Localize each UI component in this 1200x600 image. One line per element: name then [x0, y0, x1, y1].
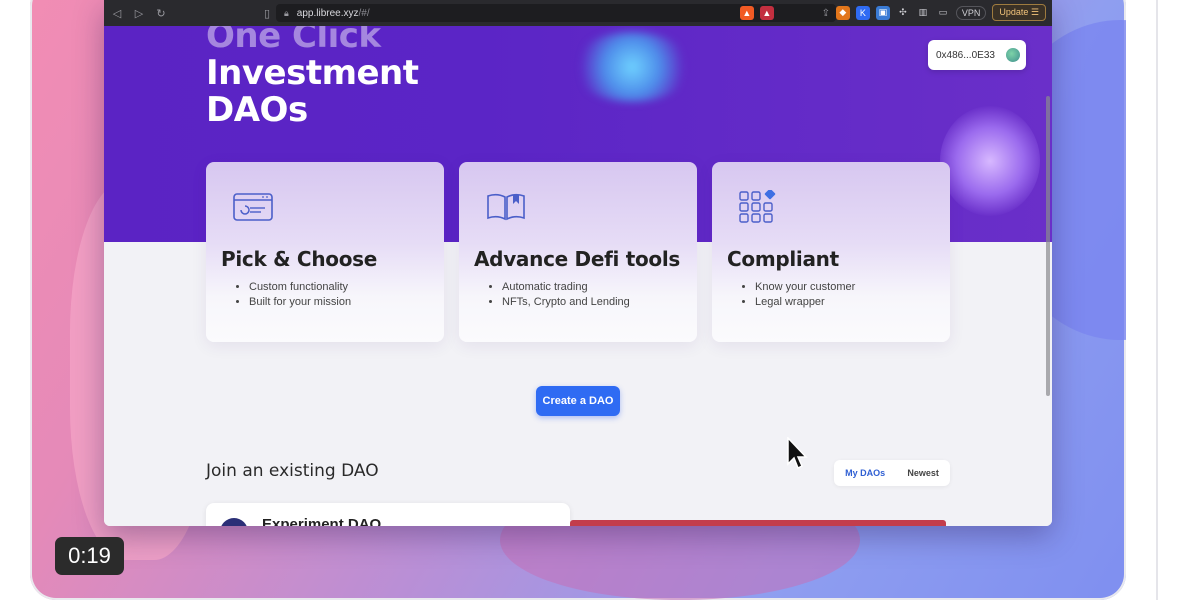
update-button[interactable]: Update ☰	[992, 4, 1046, 21]
sidebar-icon[interactable]: ▥	[916, 6, 930, 20]
feature-bullet: Custom functionality	[249, 280, 351, 295]
feature-title: Compliant	[727, 247, 839, 271]
dao-avatar	[220, 518, 248, 526]
grid-blocks-icon	[739, 190, 776, 223]
puzzle-icon[interactable]: ✣	[896, 6, 910, 20]
tab-newest[interactable]: Newest	[907, 468, 939, 478]
feature-title: Advance Defi tools	[474, 247, 681, 271]
wallet-button[interactable]: 0x486...0E33	[928, 40, 1026, 70]
mouse-cursor-icon	[787, 437, 808, 470]
browser-window: ◁ ▷ ↻ ▯ 🔒︎ app.libree.xyz/#/ ⇪ ▲ ▲ ◆ K ▣…	[104, 0, 1052, 526]
dao-list-item-partial[interactable]	[570, 520, 946, 526]
dao-name: Experiment DAO	[262, 516, 382, 526]
feature-card-pick-choose: Pick & Choose Custom functionality Built…	[206, 162, 444, 342]
back-icon[interactable]: ◁	[108, 4, 126, 22]
video-timestamp: 0:19	[55, 537, 124, 575]
rewards-icon[interactable]: ▲	[759, 5, 774, 20]
dao-list-item[interactable]: Experiment DAO	[206, 503, 570, 526]
metamask-icon[interactable]: ◆	[835, 5, 850, 20]
feature-card-compliant: Compliant Know your customer Legal wrapp…	[712, 162, 950, 342]
create-dao-button[interactable]: Create a DAO	[536, 386, 620, 416]
hero-glow	[572, 32, 692, 102]
hero-glow	[940, 106, 1040, 216]
feature-card-defi-tools: Advance Defi tools Automatic trading NFT…	[459, 162, 697, 342]
wallet-icon[interactable]: ▭	[936, 6, 950, 20]
toolbar-extensions: ▲ ▲ ◆ K ▣ ✣ ▥ ▭ VPN Update ☰	[739, 4, 1046, 21]
browser-window-icon	[233, 193, 273, 221]
page-edge-divider	[1156, 0, 1158, 600]
forward-icon[interactable]: ▷	[130, 4, 148, 22]
feature-title: Pick & Choose	[221, 247, 378, 271]
hero-title-line: Investment	[206, 53, 419, 93]
feature-bullet: NFTs, Crypto and Lending	[502, 295, 630, 310]
tab-my-daos[interactable]: My DAOs	[845, 468, 885, 478]
feature-bullet: Built for your mission	[249, 295, 351, 310]
scrollbar[interactable]	[1046, 96, 1050, 396]
address-url: app.libree.xyz/#/	[296, 7, 370, 19]
feature-bullet: Know your customer	[755, 280, 855, 295]
join-dao-heading: Join an existing DAO	[206, 461, 379, 481]
lock-icon: 🔒︎	[284, 7, 289, 18]
hero-title-line: One Click	[206, 26, 381, 56]
reload-icon[interactable]: ↻	[152, 4, 170, 22]
vpn-button[interactable]: VPN	[955, 5, 987, 20]
k-extension-icon[interactable]: K	[855, 5, 870, 20]
avatar	[1006, 48, 1020, 62]
open-book-icon	[487, 193, 525, 221]
brave-shield-icon[interactable]: ▲	[739, 5, 754, 20]
wallet-address: 0x486...0E33	[936, 49, 995, 61]
dao-filter-tabs: My DAOs Newest	[834, 460, 950, 486]
hero-title: One Click Investment DAOs	[206, 26, 419, 129]
browser-toolbar: ◁ ▷ ↻ ▯ 🔒︎ app.libree.xyz/#/ ⇪ ▲ ▲ ◆ K ▣…	[104, 0, 1052, 26]
extension-icon[interactable]: ▣	[875, 5, 890, 20]
feature-bullet: Legal wrapper	[755, 295, 855, 310]
feature-bullet: Automatic trading	[502, 280, 630, 295]
bookmark-icon[interactable]: ▯	[258, 4, 276, 22]
hero-title-line: DAOs	[206, 90, 308, 130]
